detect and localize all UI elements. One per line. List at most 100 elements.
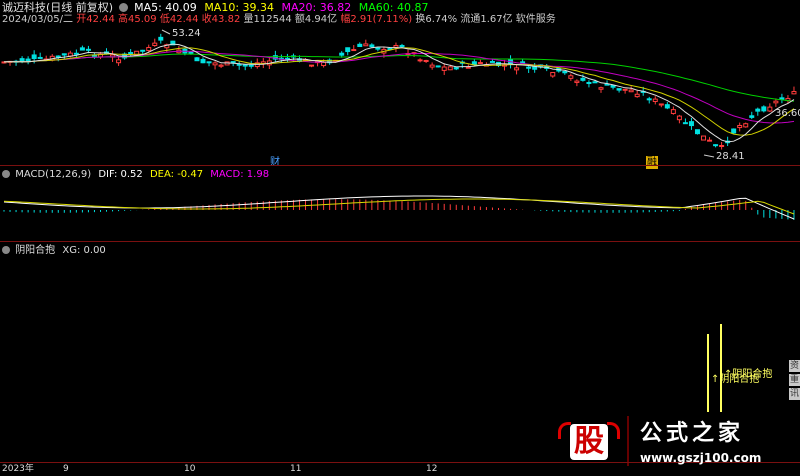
candle-body: [218, 64, 224, 67]
candle-body: [453, 67, 459, 70]
candle-body: [749, 115, 755, 118]
high-price-label: 53.24: [172, 28, 201, 39]
panel-separator-1: [0, 165, 800, 166]
indicator-icon-2[interactable]: [2, 246, 10, 254]
indicator-title[interactable]: 阴阳合抱: [15, 245, 55, 256]
candle-body: [616, 88, 622, 91]
event-marker-margin[interactable]: 融: [646, 156, 658, 169]
candle-body: [188, 51, 194, 54]
candle-body: [713, 144, 719, 147]
candle-body: [242, 64, 248, 67]
candle-body: [116, 59, 122, 64]
candle-body: [761, 106, 767, 112]
candle-body: [791, 91, 797, 95]
kline-chart[interactable]: [0, 0, 800, 474]
logo-char: 股: [570, 424, 608, 460]
candle-body: [688, 121, 694, 127]
candle-body: [676, 115, 682, 121]
low-pointer: [703, 154, 715, 158]
candle-body: [658, 103, 664, 106]
candle-body: [158, 36, 164, 41]
candle-body: [363, 43, 369, 47]
candle-body: [447, 66, 453, 71]
candle-body: [622, 88, 628, 91]
bull-horn-right-icon: [607, 422, 620, 439]
macd-value: MACD: 1.98: [210, 169, 270, 180]
candle-body: [682, 122, 688, 125]
candle-body: [471, 61, 477, 66]
x-axis-label: 2023年: [2, 464, 34, 474]
candle-body: [435, 65, 441, 68]
candle-body: [628, 89, 634, 93]
candle-body: [375, 47, 381, 50]
candle-body: [580, 77, 586, 81]
right-tab-info[interactable]: 资: [789, 360, 800, 372]
high-pointer: [161, 29, 171, 35]
candle-body: [610, 84, 616, 88]
candle-body: [128, 52, 134, 55]
candle-body: [634, 93, 640, 98]
candle-body: [646, 98, 652, 101]
candle-body: [489, 60, 495, 63]
indicator-xg: XG: 0.00: [62, 245, 106, 256]
candle-body: [31, 54, 37, 60]
x-axis-label: 11: [290, 464, 302, 474]
watermark-url: www.gszj100.com: [640, 451, 762, 465]
candle-body: [140, 49, 146, 52]
candle-body: [652, 98, 658, 102]
candle-body: [423, 59, 429, 62]
macd-dif: DIF: 0.52: [98, 169, 143, 180]
indicator-icon[interactable]: [2, 170, 10, 178]
candle-body: [562, 70, 568, 74]
candle-body: [321, 61, 327, 67]
watermark-logo: 股: [556, 418, 622, 462]
candle-body: [339, 52, 345, 56]
candlesticks: [1, 33, 797, 150]
candle-body: [670, 109, 676, 114]
candle-body: [200, 58, 206, 64]
candle-body: [767, 106, 773, 112]
candle-body: [37, 56, 43, 59]
candle-body: [773, 100, 779, 104]
event-marker-finance[interactable]: 财: [270, 156, 280, 169]
right-tabs: 资 重 讯: [789, 360, 800, 400]
macd-title[interactable]: MACD(12,26,9): [15, 169, 91, 180]
candle-body: [664, 104, 670, 109]
candle-body: [737, 124, 743, 129]
candle-body: [61, 53, 67, 56]
dea-line: [3, 198, 795, 215]
macd-header: MACD(12,26,9) DIF: 0.52 DEA: -0.47 MACD:…: [2, 168, 269, 181]
panel-separator-2: [0, 241, 800, 242]
candle-body: [248, 64, 254, 67]
candle-body: [417, 59, 423, 62]
candle-body: [586, 82, 592, 85]
candle-body: [707, 139, 713, 142]
candle-body: [194, 57, 200, 62]
candle-body: [592, 81, 598, 84]
candle-body: [206, 61, 212, 64]
macd-dea: DEA: -0.47: [149, 169, 204, 180]
right-tab-important[interactable]: 重: [789, 374, 800, 386]
candle-body: [701, 135, 707, 141]
candle-body: [743, 123, 749, 128]
right-tab-news[interactable]: 讯: [789, 388, 800, 400]
candle-body: [574, 80, 580, 83]
candle-body: [345, 47, 351, 53]
candle-body: [399, 44, 405, 48]
candle-body: [514, 67, 520, 71]
watermark-brand: 公式之家: [640, 421, 745, 446]
candle-body: [429, 64, 435, 68]
candle-body: [441, 66, 447, 71]
low-price-label: 28.41: [716, 151, 745, 162]
candle-body: [598, 87, 604, 90]
right-price-label: 36.60: [775, 108, 800, 119]
candle-body: [719, 145, 725, 148]
candle-body: [550, 71, 556, 77]
x-axis-label: 10: [184, 464, 196, 474]
ma5-line: [3, 43, 795, 143]
candle-body: [212, 62, 218, 66]
candle-body: [73, 52, 79, 55]
candle-body: [357, 43, 363, 48]
candle-body: [568, 75, 574, 79]
candle-body: [284, 57, 290, 60]
